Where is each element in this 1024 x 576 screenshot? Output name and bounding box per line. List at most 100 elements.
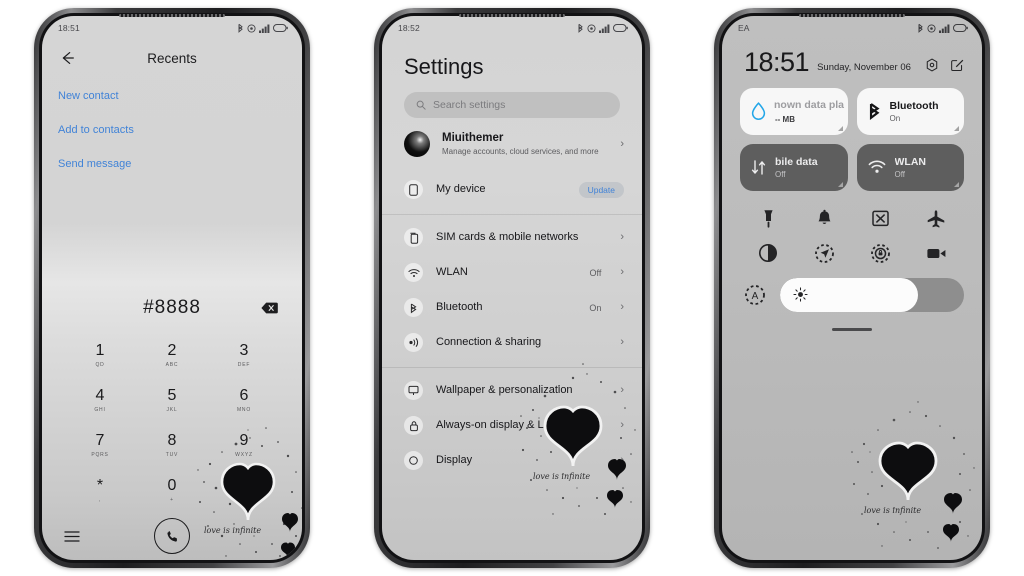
status-bar: EA <box>722 16 982 38</box>
tile-expand-corner[interactable] <box>837 181 843 187</box>
dialer-phone: 18:51 Recents New contact Add to contact… <box>34 8 310 568</box>
tile-mobile-data[interactable]: bile data Off <box>740 143 848 191</box>
tile-name: bile data <box>775 155 818 168</box>
tile-expand-corner[interactable] <box>954 181 959 187</box>
key-9[interactable]: 9 WXYZ <box>208 424 280 467</box>
chevron-right-icon: › <box>620 137 624 150</box>
rotation-lock-icon[interactable] <box>870 243 891 264</box>
tile-wlan[interactable]: WLAN Off <box>856 143 964 191</box>
page-title: Recents <box>147 50 197 66</box>
dialed-number-row: #8888 <box>42 288 302 328</box>
call-button[interactable] <box>154 518 190 554</box>
key-hash[interactable]: # <box>208 469 280 512</box>
clock-date: Sunday, November 06 <box>817 61 911 73</box>
key-letters: DEF <box>237 362 251 368</box>
dialer-header: Recents <box>42 38 302 78</box>
update-badge[interactable]: Update <box>578 181 624 198</box>
tile-expand-corner[interactable] <box>837 125 843 131</box>
send-message-button[interactable]: Send message <box>58 158 302 170</box>
chevron-right-icon: › <box>620 266 624 278</box>
toggle-row-1 <box>722 191 982 229</box>
dark-mode-icon[interactable] <box>758 243 778 263</box>
row-bluetooth[interactable]: Bluetooth On › <box>382 290 642 325</box>
status-time: 18:52 <box>398 23 420 33</box>
screen-record-icon[interactable] <box>926 246 947 261</box>
status-icons <box>577 23 628 33</box>
tile-sub: -- MB <box>775 114 795 124</box>
menu-icon[interactable] <box>64 530 80 543</box>
tile-bluetooth[interactable]: Bluetooth On <box>856 87 964 135</box>
vibrate-icon <box>247 23 256 33</box>
new-contact-button[interactable]: New contact <box>58 90 302 102</box>
tile-text: WLAN Off <box>895 156 927 179</box>
clock-row: 18:51 Sunday, November 06 <box>722 38 982 76</box>
data-usage-icon <box>751 101 766 120</box>
edit-icon[interactable] <box>950 58 964 72</box>
key-digit: 1 <box>95 342 105 359</box>
key-2[interactable]: 2 ABC <box>136 334 208 377</box>
key-digit: 8 <box>167 432 177 449</box>
key-4[interactable]: 4 GHI <box>64 379 136 422</box>
battery-icon <box>273 24 288 32</box>
key-digit: 4 <box>95 387 105 404</box>
signal-icon <box>599 24 610 33</box>
key-letters: MNO <box>236 407 252 413</box>
bluetooth-icon <box>238 23 243 33</box>
row-sim-cards[interactable]: SIM cards & mobile networks › <box>382 220 642 255</box>
dialer-screen: 18:51 Recents New contact Add to contact… <box>42 16 302 560</box>
key-digit: 2 <box>167 342 177 359</box>
flashlight-icon[interactable] <box>760 209 777 229</box>
auto-brightness-icon[interactable]: A <box>744 284 766 306</box>
key-digit: 9 <box>239 432 249 449</box>
location-icon[interactable] <box>814 243 835 264</box>
control-center-phone: EA 18:51 Sunday, November 06 nown data p… <box>714 8 990 568</box>
row-wlan[interactable]: WLAN Off › <box>382 255 642 290</box>
vibrate-icon <box>587 23 596 33</box>
key-3[interactable]: 3 DEF <box>208 334 280 377</box>
gear-icon[interactable] <box>925 58 939 72</box>
row-aod-lockscreen[interactable]: Always-on display & Lock screen › <box>382 408 642 443</box>
bluetooth-icon <box>869 103 880 121</box>
vibrate-icon <box>927 23 936 33</box>
display-icon <box>404 451 423 470</box>
key-letters: + <box>170 497 174 503</box>
airplane-icon[interactable] <box>926 209 946 228</box>
bell-icon[interactable] <box>816 209 833 228</box>
clock-time: 18:51 <box>744 47 810 77</box>
key-6[interactable]: 6 MNO <box>208 379 280 422</box>
key-1[interactable]: 1 QD <box>64 334 136 377</box>
chevron-right-icon: › <box>620 231 624 243</box>
wallpaper-icon <box>404 381 423 400</box>
search-input[interactable]: Search settings <box>404 92 620 118</box>
tile-data-usage[interactable]: nown data pla -- MB <box>740 87 848 135</box>
row-label: Bluetooth <box>436 300 483 313</box>
search-placeholder: Search settings <box>433 99 506 111</box>
phone-bezel: EA 18:51 Sunday, November 06 nown data p… <box>719 13 985 563</box>
drag-handle[interactable] <box>832 327 872 331</box>
key-letters: PQRS <box>91 452 109 458</box>
key-5[interactable]: 5 JKL <box>136 379 208 422</box>
row-connection-sharing[interactable]: Connection & sharing › <box>382 325 642 360</box>
tile-expand-corner[interactable] <box>954 125 959 131</box>
key-0[interactable]: 0 + <box>136 469 208 512</box>
backspace-icon[interactable] <box>261 302 278 314</box>
settings-group-network: SIM cards & mobile networks › WLAN Off › <box>382 214 642 360</box>
account-row[interactable]: Miuithemer Manage accounts, cloud servic… <box>382 118 642 168</box>
dialpad: 1 QD 2 ABC 3 DEF 4 GHI 5 JKL 6 MNO 7 PQRS 8 TUV … <box>42 328 302 512</box>
row-label: WLAN <box>436 265 468 278</box>
status-icons <box>237 23 288 33</box>
key-7[interactable]: 7 PQRS <box>64 424 136 467</box>
sun-icon <box>793 287 808 302</box>
row-display[interactable]: Display › <box>382 443 642 478</box>
row-my-device[interactable]: My device Update <box>382 172 642 207</box>
row-wallpaper[interactable]: Wallpaper & personalization › <box>382 373 642 408</box>
screenshot-icon[interactable] <box>871 209 890 228</box>
phone-bezel: 18:52 Settings Search settings Miuitheme… <box>379 13 645 563</box>
brightness-slider[interactable] <box>780 277 964 312</box>
earpiece-grille <box>799 14 905 17</box>
key-star[interactable]: *, <box>64 469 136 512</box>
svg-text:A: A <box>752 291 759 302</box>
add-to-contacts-button[interactable]: Add to contacts <box>58 124 302 136</box>
key-8[interactable]: 8 TUV <box>136 424 208 467</box>
key-digit: 5 <box>167 387 177 404</box>
